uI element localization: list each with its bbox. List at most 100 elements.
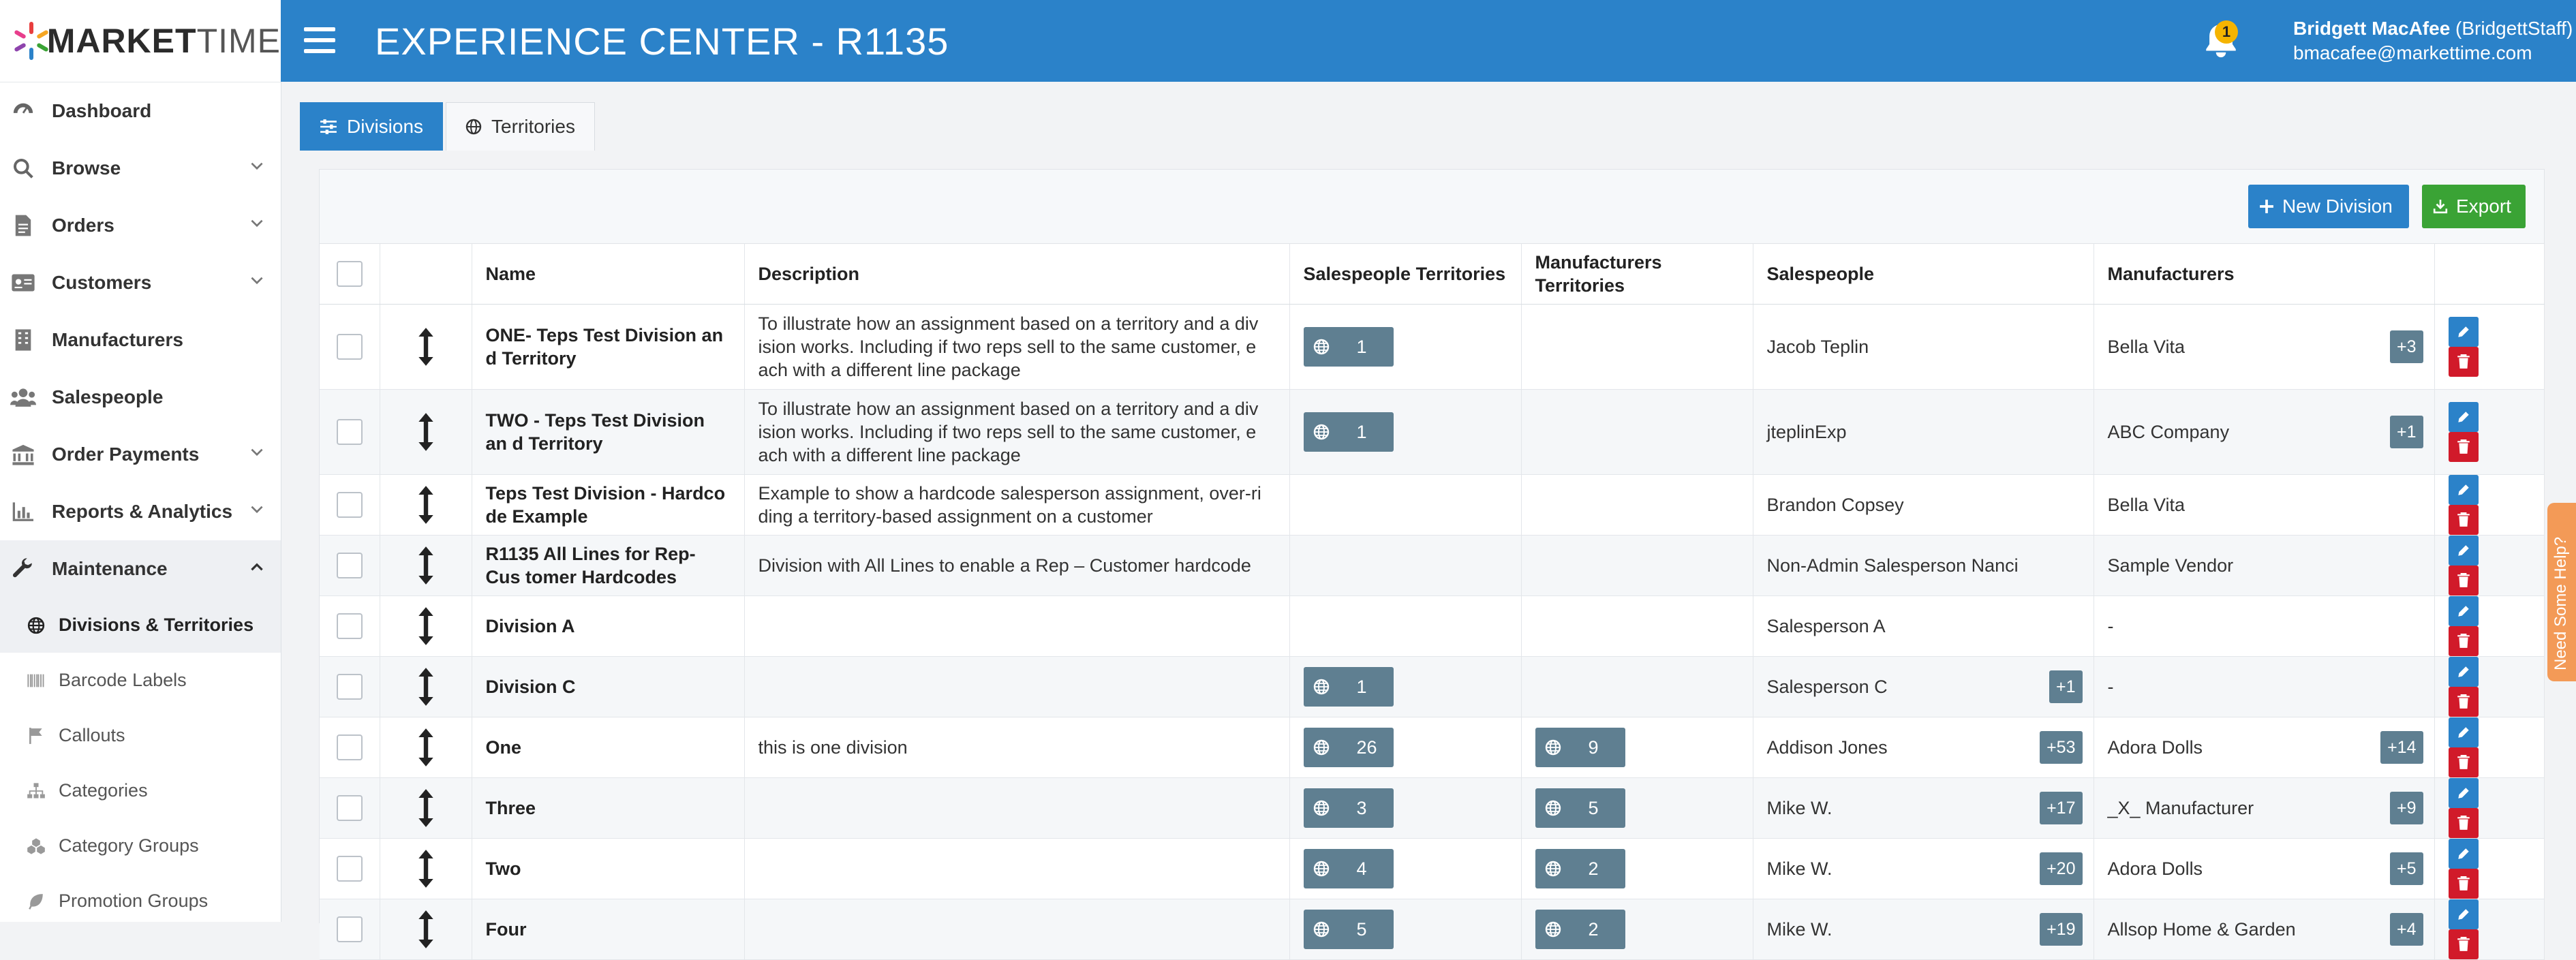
delete-button[interactable] bbox=[2448, 929, 2479, 959]
delete-button[interactable] bbox=[2448, 747, 2479, 777]
column-header-description[interactable]: Description bbox=[744, 244, 1290, 305]
hamburger-menu-icon[interactable] bbox=[304, 27, 335, 53]
sidebar-item-orders[interactable]: Orders bbox=[0, 197, 281, 254]
new-division-button[interactable]: New Division bbox=[2248, 185, 2409, 228]
column-header-salespeople[interactable]: Salespeople bbox=[1753, 244, 2094, 305]
sidebar-item-dashboard[interactable]: Dashboard bbox=[0, 82, 281, 140]
edit-button[interactable] bbox=[2448, 657, 2479, 687]
territory-count-pill[interactable]: 4 bbox=[1303, 849, 1394, 888]
edit-button[interactable] bbox=[2448, 475, 2479, 505]
territory-count-pill[interactable]: 5 bbox=[1303, 910, 1394, 949]
row-checkbox[interactable] bbox=[336, 916, 363, 942]
tab-divisions[interactable]: Divisions bbox=[300, 102, 444, 151]
drag-handle-icon[interactable] bbox=[416, 727, 436, 768]
table-row[interactable]: Three 3 5 Mike W. +17 _X_ Manufacturer +9 bbox=[320, 777, 2545, 839]
user-menu[interactable]: Bridgett MacAfee (BridgettStaff) bmacafe… bbox=[2293, 16, 2573, 65]
table-row[interactable]: Division C 1 Salesperson C +1 - bbox=[320, 656, 2545, 717]
table-row[interactable]: TWO - Teps Test Division an d Territory T… bbox=[320, 389, 2545, 475]
edit-button[interactable] bbox=[2448, 317, 2479, 347]
delete-button[interactable] bbox=[2448, 347, 2479, 377]
more-count-badge[interactable]: +9 bbox=[2389, 792, 2423, 824]
territory-count-pill[interactable]: 1 bbox=[1303, 412, 1394, 452]
more-count-badge[interactable]: +14 bbox=[2380, 731, 2423, 764]
division-name[interactable]: Three bbox=[472, 777, 745, 839]
table-row[interactable]: Teps Test Division - Hardco de Example Ex… bbox=[320, 474, 2545, 536]
territory-count-pill[interactable]: 2 bbox=[1535, 910, 1625, 949]
edit-button[interactable] bbox=[2448, 899, 2479, 929]
drag-handle-icon[interactable] bbox=[416, 545, 436, 586]
column-header-name[interactable]: Name bbox=[472, 244, 745, 305]
delete-button[interactable] bbox=[2448, 687, 2479, 717]
sidebar-item-manufacturers[interactable]: Manufacturers bbox=[0, 311, 281, 369]
sidebar-subitem-promotion-groups[interactable]: Promotion Groups bbox=[0, 873, 281, 929]
edit-button[interactable] bbox=[2448, 536, 2479, 566]
drag-handle-icon[interactable] bbox=[416, 606, 436, 647]
drag-handle-icon[interactable] bbox=[416, 326, 436, 367]
table-row[interactable]: One this is one division 26 9 Addison Jones +… bbox=[320, 717, 2545, 778]
division-name[interactable]: Four bbox=[472, 899, 745, 960]
sidebar-subitem-callouts[interactable]: Callouts bbox=[0, 708, 281, 763]
column-header-manufacturers[interactable]: Manufacturers bbox=[2094, 244, 2435, 305]
sidebar-item-browse[interactable]: Browse bbox=[0, 140, 281, 197]
division-name[interactable]: ONE- Teps Test Division an d Territory bbox=[472, 304, 745, 390]
row-checkbox[interactable] bbox=[336, 419, 363, 445]
drag-handle-icon[interactable] bbox=[416, 666, 436, 707]
drag-handle-icon[interactable] bbox=[416, 484, 436, 525]
territory-count-pill[interactable]: 1 bbox=[1303, 667, 1394, 707]
sidebar-item-salespeople[interactable]: Salespeople bbox=[0, 369, 281, 426]
drag-handle-icon[interactable] bbox=[416, 788, 436, 829]
drag-handle-icon[interactable] bbox=[416, 848, 436, 889]
delete-button[interactable] bbox=[2448, 808, 2479, 838]
table-row[interactable]: Division A Salesperson A - bbox=[320, 595, 2545, 657]
tab-territories[interactable]: Territories bbox=[446, 102, 595, 151]
column-header-manufacturers-territories[interactable]: Manufacturers Territories bbox=[1521, 244, 1753, 305]
row-checkbox[interactable] bbox=[336, 795, 363, 821]
sidebar-subitem-barcode-labels[interactable]: Barcode Labels bbox=[0, 653, 281, 708]
more-count-badge[interactable]: +20 bbox=[2040, 852, 2083, 885]
edit-button[interactable] bbox=[2448, 839, 2479, 869]
division-name[interactable]: R1135 All Lines for Rep-Cus tomer Hardco… bbox=[472, 535, 745, 596]
edit-button[interactable] bbox=[2448, 596, 2479, 626]
delete-button[interactable] bbox=[2448, 626, 2479, 656]
row-checkbox[interactable] bbox=[336, 734, 363, 760]
drag-handle-icon[interactable] bbox=[416, 909, 436, 950]
more-count-badge[interactable]: +1 bbox=[2389, 416, 2423, 448]
more-count-badge[interactable]: +3 bbox=[2389, 330, 2423, 363]
sidebar-subitem-categories[interactable]: Categories bbox=[0, 763, 281, 818]
edit-button[interactable] bbox=[2448, 778, 2479, 808]
territory-count-pill[interactable]: 26 bbox=[1303, 728, 1394, 767]
need-help-tab[interactable]: Need Some Help? bbox=[2547, 503, 2576, 681]
logo[interactable]: MARKETTIME bbox=[0, 0, 281, 82]
delete-button[interactable] bbox=[2448, 432, 2479, 462]
table-row[interactable]: ONE- Teps Test Division an d Territory To… bbox=[320, 304, 2545, 390]
drag-handle-icon[interactable] bbox=[416, 412, 436, 452]
more-count-badge[interactable]: +53 bbox=[2040, 731, 2083, 764]
division-name[interactable]: Teps Test Division - Hardco de Example bbox=[472, 474, 745, 536]
division-name[interactable]: Division C bbox=[472, 656, 745, 717]
edit-button[interactable] bbox=[2448, 717, 2479, 747]
edit-button[interactable] bbox=[2448, 402, 2479, 432]
delete-button[interactable] bbox=[2448, 869, 2479, 899]
row-checkbox[interactable] bbox=[336, 492, 363, 518]
row-checkbox[interactable] bbox=[336, 613, 363, 639]
territory-count-pill[interactable]: 1 bbox=[1303, 327, 1394, 367]
division-name[interactable]: TWO - Teps Test Division an d Territory bbox=[472, 389, 745, 475]
sidebar-subitem-category-groups[interactable]: Category Groups bbox=[0, 818, 281, 873]
division-name[interactable]: Two bbox=[472, 838, 745, 899]
sidebar-subitem-divisions-territories[interactable]: Divisions & Territories bbox=[0, 598, 281, 653]
table-row[interactable]: R1135 All Lines for Rep-Cus tomer Hardco… bbox=[320, 535, 2545, 596]
select-all-checkbox[interactable] bbox=[336, 261, 363, 287]
division-name[interactable]: Division A bbox=[472, 595, 745, 657]
export-button[interactable]: Export bbox=[2422, 185, 2526, 228]
column-header-salespeople-territories[interactable]: Salespeople Territories bbox=[1289, 244, 1522, 305]
more-count-badge[interactable]: +19 bbox=[2040, 913, 2083, 946]
row-checkbox[interactable] bbox=[336, 553, 363, 578]
more-count-badge[interactable]: +17 bbox=[2040, 792, 2083, 824]
sidebar-item-reports-analytics[interactable]: Reports & Analytics bbox=[0, 483, 281, 540]
sidebar-item-customers[interactable]: Customers bbox=[0, 254, 281, 311]
delete-button[interactable] bbox=[2448, 505, 2479, 535]
territory-count-pill[interactable]: 3 bbox=[1303, 788, 1394, 828]
territory-count-pill[interactable]: 9 bbox=[1535, 728, 1625, 767]
more-count-badge[interactable]: +1 bbox=[2049, 670, 2083, 703]
delete-button[interactable] bbox=[2448, 566, 2479, 595]
